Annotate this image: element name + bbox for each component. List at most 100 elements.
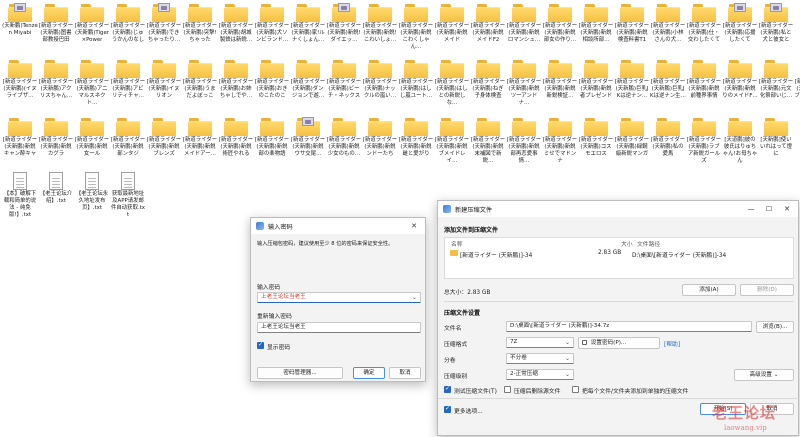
desktop-folder[interactable]: [新道ライダー(天新鹏)できちゃったり… <box>146 3 182 44</box>
filename-field[interactable]: D:\桌面\[新道ライダー (天新鹏)]-34.7z <box>506 321 752 332</box>
desktop-file[interactable]: 获取最新地址及APP请发邮件自动获取.txt <box>110 172 146 219</box>
level-select[interactable]: 2-正常压缩 ⌄ <box>506 369 574 380</box>
desktop-folder[interactable]: [新道ライダー(天新鹏)突撃!ちゃった <box>182 4 218 44</box>
desktop-folder[interactable]: [新道ライダー(天新鹏)ラブア新鋭ガールズ <box>686 118 722 165</box>
desktop-folder[interactable]: [新道ライダー(天新鹏)新鋭りのメイドF… <box>722 60 758 100</box>
ok-button[interactable]: 确定 <box>353 367 385 379</box>
desktop-folder[interactable]: [新道ライダー(天新鹏)家!ルナくしょん… <box>290 4 326 44</box>
desktop-folder[interactable]: [新道ライダー(天新鹏)コスモエロス <box>578 118 614 158</box>
desktop-folder[interactable]: [新道ライダー(天新鹏)じゅうかんのなし <box>110 4 146 44</box>
desktop-folder[interactable]: [新道ライダー(天新鹏)新鋭部女の作り… <box>542 4 578 44</box>
desktop-folder[interactable]: [新道ライダー(天新鹏)おきのこたのこ <box>254 60 290 100</box>
desktop-folder[interactable]: [新道ライダー(天新鹏)新鋭者プレゼンド <box>578 60 614 100</box>
delete-button[interactable]: 删除(D) <box>740 284 794 296</box>
file-list[interactable]: 名称 大小 文件路径 [新道ライダー (天新鹏)]-34 2.83 GB D:\… <box>444 237 794 279</box>
desktop-folder[interactable]: [新道ライダー(天新鹏)新鋭相談所部… <box>578 4 614 44</box>
desktop-folder[interactable]: [新道ライダー(天新鹏)新鋭検査料書T1 <box>614 4 650 44</box>
desktop-folder[interactable]: [新道ライダー(天新鹏)新鋭術匠やれる <box>218 118 254 158</box>
desktop-folder[interactable]: [新道ライダー(天新鹏)新鋭メイドF2 <box>470 4 506 44</box>
desktop-folder[interactable]: [新道ライダー(天新鹏)新鋭ンドーたち <box>362 118 398 158</box>
desktop-folder[interactable]: [新道ライダー(天新鹏)アクリスちゃん… <box>38 60 74 100</box>
desktop-folder[interactable]: [新道ライダー(天新鹏)はしとの新鋭しな… <box>434 60 470 107</box>
more-options-label[interactable]: 更多选项... <box>454 406 483 415</box>
desktop-folder[interactable]: [新道ライダー(天新鹏)新鋭部再恋愛事情… <box>506 118 542 165</box>
add-button[interactable]: 添加(A) <box>682 284 736 296</box>
desktop-folder[interactable]: [新道ライダー(天新鹏)巨乳JKは逆ナン… <box>614 60 650 100</box>
desktop-folder[interactable]: [天新鹏]使いいれはって燈に <box>758 118 794 158</box>
desktop-folder[interactable]: [新道ライダー(天新鹏)新鋭ウサ交尾… <box>290 117 326 158</box>
desktop-folder[interactable]: [新道ライダー(天新鹏)応援したくて <box>722 3 758 44</box>
split-select[interactable]: 不分卷 ⌄ <box>506 353 574 364</box>
chevron-down-icon[interactable]: ⌄ <box>412 293 417 302</box>
desktop-folder[interactable]: [新道ライダー(天新鹏)新鋭少女のもの… <box>326 118 362 158</box>
desktop-folder[interactable]: [新道ライダー(天新鹏)ダンジョンで遊… <box>290 60 326 100</box>
desktop-folder[interactable]: [新道ライダー(天新鹏)新鋭女ール <box>74 118 110 158</box>
desktop-folder[interactable]: [新道ライダー(天新鹏)图書部教授巴田 <box>38 4 74 44</box>
desktop-folder[interactable]: [新道ライダー(天新鹏)アニマルスネクト… <box>74 60 110 107</box>
desktop-folder[interactable]: [新道ライダー(天新鹏)アビリティチャ… <box>110 60 146 100</box>
desktop-folder[interactable]: [新道ライダー(天新鹏)新鋭ブレンズ <box>146 118 182 158</box>
enter-password-field[interactable]: 上老王论坛当老王 ⌄ <box>257 292 421 303</box>
desktop-folder[interactable]: [新道ライダー(天新鹏)新鋭!こわいしょ… <box>362 4 398 44</box>
desktop-file[interactable]: 【老王论坛永久地址发布页】.txt <box>74 172 110 212</box>
desktop-folder[interactable]: [新道ライダー(天新鹏)新鋭ブメイドレイ… <box>434 118 470 165</box>
desktop-file[interactable]: DS_Store <box>794 118 800 144</box>
desktop-folder[interactable]: [新道ライダー(天新鹏)小林さんの犬… <box>650 4 686 44</box>
desktop-folder[interactable]: [新道ライダー(天新鹏)緑鋼級新鋭マンガ <box>614 118 650 158</box>
desktop-folder[interactable]: [新道ライダー(天新鹏)新鋭メイド <box>434 4 470 44</box>
separate-archives-checkbox[interactable] <box>572 386 579 393</box>
password-manager-button[interactable]: 密码管理器... <box>257 367 343 379</box>
desktop-folder[interactable]: [新道ライダー(天新鹏)ナックルの嵐い… <box>362 60 398 100</box>
column-name-header[interactable]: 名称 <box>451 239 463 248</box>
desktop-folder[interactable]: [新道ライダー(天新鹏)新鋭前種界事情 <box>686 60 722 100</box>
desktop-folder[interactable]: [天道鹏]彼の彼氏はりゅちゃん!お母ちゃん <box>722 118 758 165</box>
desktop-folder[interactable]: [新道ライダー(天新鹏)イヌリオン <box>146 60 182 100</box>
desktop-folder[interactable]: [新道ライダー(天新鹏)新鋭部ンタジ <box>110 118 146 158</box>
format-select[interactable]: 7Z ⌄ <box>506 337 574 348</box>
close-icon[interactable]: ✕ <box>405 218 423 234</box>
help-link[interactable]: [帮助] <box>664 339 680 348</box>
desktop-folder[interactable]: [新道ライダー(天新鹏)オーブンレイドF… <box>794 60 800 100</box>
column-path-header[interactable]: 文件路径 <box>637 239 660 248</box>
desktop-folder[interactable]: [新道ライダー(天新鹏)お姉ちゃしでや… <box>218 60 254 100</box>
desktop-folder[interactable]: [新道ライダー(天新鹏)はしし嵐ユート… <box>398 60 434 100</box>
browse-button[interactable]: 浏览(B)... <box>756 321 794 333</box>
desktop-folder[interactable]: [新道ライダー(天新鹏)私と犬と彼女と <box>758 3 794 44</box>
desktop-folder[interactable]: [新道ライダー(天新鹏)犬ソンビランド… <box>254 4 290 44</box>
advanced-settings-button[interactable]: 高级设置 ⌄ <box>734 369 794 381</box>
desktop-folder[interactable]: [新道ライダー(天新鹏)新鋭!ダイエッ… <box>326 3 362 44</box>
desktop-folder[interactable]: [新道ライダー(天新鹏)新鋭ロマンシュ… <box>506 4 542 44</box>
reenter-password-field[interactable]: 上老王论坛当老王 <box>257 322 421 333</box>
test-archive-checkbox[interactable] <box>444 385 451 393</box>
desktop-folder[interactable]: [新道ライダー(天新鹏)新鋭キャン酔キャ <box>2 118 38 158</box>
minimize-icon[interactable]: — <box>742 201 760 217</box>
desktop-folder[interactable]: [新道ライダー(天新鹏)新鋭カグラ <box>38 118 74 158</box>
desktop-folder[interactable]: (天新鹏)Tenzen Miyabi <box>2 3 38 37</box>
desktop-folder[interactable]: [新道ライダー(天新鹏)新鋭メイドアー… <box>182 118 218 158</box>
delete-source-checkbox[interactable] <box>504 386 511 393</box>
more-options-checkbox[interactable] <box>444 405 451 413</box>
desktop-folder[interactable]: [新道ライダー(天新鹏)巨乳JKは逆ナン生… <box>650 60 686 100</box>
close-icon[interactable]: ✕ <box>778 201 796 217</box>
column-size-header[interactable]: 大小 <box>621 239 633 248</box>
desktop-folder[interactable]: [新道ライダー(天新鹏)胡城製鉄は新鋭… <box>218 4 254 44</box>
file-list-row[interactable]: [新道ライダー (天新鹏)]-34 2.83 GB D:\桌面\[新道ライダー … <box>446 248 792 259</box>
desktop-folder[interactable]: [新道ライダー(天新鹏)私の愛馬 <box>650 118 686 158</box>
set-password-button[interactable]: 设置密码(P)... <box>578 337 660 349</box>
desktop-file[interactable]: 【老王论坛介绍】.txt <box>38 172 74 205</box>
desktop-folder[interactable]: [新道ライダー(天新鹏)新鋭ミせでマドンナ <box>542 118 578 165</box>
desktop-folder[interactable]: [新道ライダー(天新鹏)仕・交わしたくて <box>686 4 722 44</box>
desktop-folder[interactable]: [新道ライダー(天新鹏)新鋭末補図で新鋭… <box>470 118 506 165</box>
desktop-folder[interactable]: [新道ライダー(天新鹏)うまだよぼっこ <box>182 60 218 100</box>
desktop-folder[interactable]: [新道ライダー(天新鹏)新鋭こわくしゃん… <box>398 4 434 51</box>
desktop-folder[interactable]: [新道ライダー(天新鹏)ビーチ・ネックス <box>326 60 362 100</box>
desktop-folder[interactable]: [新道ライダー(天新鹏)ねぎ子身体検査 <box>470 60 506 100</box>
cancel-button[interactable]: 取消 <box>389 367 421 379</box>
show-password-checkbox[interactable] <box>257 341 264 349</box>
desktop-folder[interactable]: [新道ライダー(天新鹏)新鋭雌と愛がり <box>398 118 434 158</box>
maximize-icon[interactable]: ☐ <box>760 201 778 217</box>
desktop-folder[interactable]: [新道ライダー(天新鹏)新鋭ツーアンドナ… <box>506 60 542 107</box>
desktop-folder[interactable]: [新道ライダー(天新鹏)元文化祭部いじ… <box>758 60 794 100</box>
desktop-file[interactable]: 【本】破解下载和简单的说法 - 纯免版!】.txt <box>2 172 38 219</box>
desktop-folder[interactable]: [新道ライダー(天新鹏)(イヌライブザ… <box>2 60 38 100</box>
